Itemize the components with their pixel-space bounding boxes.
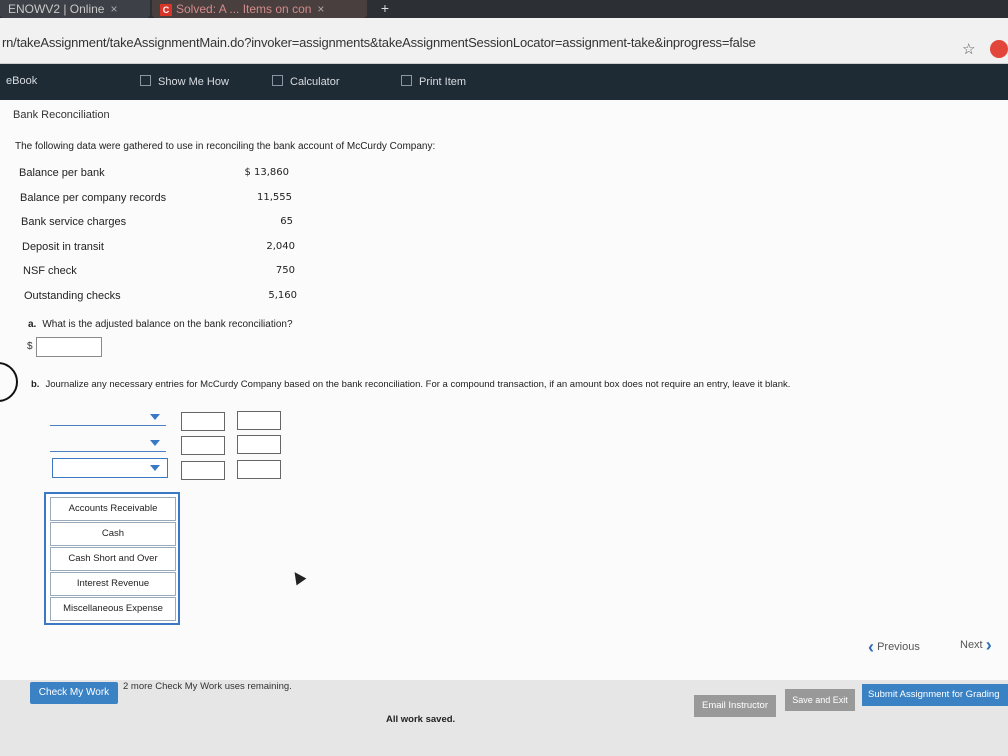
account-select-2[interactable]: [50, 438, 166, 452]
part-b-text: Journalize any necessary entries for McC…: [45, 379, 791, 390]
ebook-label: eBook: [6, 75, 38, 87]
close-tab-icon[interactable]: ×: [317, 2, 324, 16]
row-label: NSF check: [23, 265, 77, 277]
chegg-icon: C: [160, 4, 172, 16]
mouse-cursor-icon: [289, 568, 307, 586]
assignment-toolbar: eBook Show Me How Calculator Print Item: [0, 64, 1008, 100]
row-value: $ 13,860: [244, 167, 289, 178]
row-value: 11,555: [257, 192, 292, 203]
chevron-down-icon: [150, 414, 160, 420]
chevron-down-icon: [150, 440, 160, 446]
dropdown-option[interactable]: Cash Short and Over: [50, 547, 176, 571]
row-label: Outstanding checks: [24, 290, 121, 302]
submit-assignment-button[interactable]: Submit Assignment for Grading: [862, 684, 1008, 706]
print-item-label: Print Item: [419, 76, 467, 88]
account-select-1[interactable]: [50, 412, 166, 426]
dropdown-option[interactable]: Accounts Receivable: [50, 497, 176, 521]
close-tab-icon[interactable]: ×: [110, 2, 117, 16]
previous-label: Previous: [877, 641, 920, 653]
check-work-remaining: 2 more Check My Work uses remaining.: [123, 681, 292, 692]
currency-symbol: $: [27, 341, 33, 352]
email-instructor-button[interactable]: Email Instructor: [694, 695, 776, 717]
pen-circle-mark: [0, 362, 18, 402]
problem-content: Bank Reconciliation The following data w…: [0, 100, 1008, 680]
ebook-button[interactable]: eBook: [6, 75, 37, 87]
problem-intro: The following data were gathered to use …: [15, 141, 436, 152]
check-my-work-button[interactable]: Check My Work: [30, 682, 118, 704]
dropdown-option[interactable]: Cash: [50, 522, 176, 546]
chevron-down-icon: [150, 465, 160, 471]
adjusted-balance-input[interactable]: [36, 337, 102, 357]
debit-amount-input[interactable]: [181, 436, 225, 455]
account-dropdown-list: Accounts Receivable Cash Cash Short and …: [44, 492, 180, 625]
row-label: Balance per bank: [19, 167, 105, 179]
show-me-how-button[interactable]: Show Me How: [140, 75, 229, 88]
row-value: 65: [280, 216, 293, 227]
debit-amount-input[interactable]: [181, 412, 225, 431]
row-value: 2,040: [266, 241, 295, 252]
problem-title: Bank Reconciliation: [13, 109, 110, 121]
part-b-question: b. Journalize any necessary entries for M…: [31, 379, 790, 390]
part-b-letter: b.: [31, 379, 40, 390]
tab-title: Solved: A ... Items on con: [176, 2, 312, 16]
part-a-letter: a.: [28, 319, 37, 330]
chevron-right-icon: ›: [985, 635, 992, 655]
row-label: Bank service charges: [21, 216, 127, 228]
row-label: Balance per company records: [20, 192, 167, 204]
url-field[interactable]: rn/takeAssignment/takeAssignmentMain.do?…: [2, 35, 756, 50]
calculator-icon: [272, 75, 283, 86]
print-item-button[interactable]: Print Item: [401, 75, 466, 88]
debit-amount-input[interactable]: [181, 461, 225, 480]
browser-tab-enow[interactable]: ENOWV2 | Online ×: [0, 0, 150, 18]
credit-amount-input[interactable]: [237, 460, 281, 479]
previous-button[interactable]: ‹ Previous: [868, 637, 920, 658]
part-a-question: a. What is the adjusted balance on the ba…: [28, 319, 293, 330]
dropdown-option[interactable]: Miscellaneous Expense: [50, 597, 176, 621]
new-tab-button[interactable]: +: [372, 0, 398, 18]
assignment-footer: Check My Work 2 more Check My Work uses …: [0, 680, 1008, 756]
calculator-label: Calculator: [290, 76, 340, 88]
dropdown-option[interactable]: Interest Revenue: [50, 572, 176, 596]
account-select-3[interactable]: [52, 458, 168, 478]
credit-amount-input[interactable]: [237, 411, 281, 430]
save-status: All work saved.: [386, 714, 456, 725]
row-value: 5,160: [268, 290, 297, 301]
bookmark-star-icon[interactable]: ☆: [962, 40, 975, 58]
chevron-left-icon: ‹: [868, 637, 874, 657]
print-icon: [401, 75, 412, 86]
calculator-button[interactable]: Calculator: [272, 75, 340, 88]
part-a-text: What is the adjusted balance on the bank…: [42, 319, 293, 330]
show-me-how-label: Show Me How: [158, 76, 229, 88]
credit-amount-input[interactable]: [237, 435, 281, 454]
next-button[interactable]: Next ›: [960, 635, 992, 656]
video-icon: [140, 75, 151, 86]
row-value: 750: [275, 265, 295, 276]
profile-avatar-icon[interactable]: [990, 40, 1008, 58]
row-label: Deposit in transit: [22, 241, 104, 253]
address-bar: rn/takeAssignment/takeAssignmentMain.do?…: [0, 18, 1008, 64]
tab-title: ENOWV2 | Online: [8, 2, 105, 16]
save-and-exit-button[interactable]: Save and Exit: [785, 689, 855, 711]
next-label: Next: [960, 639, 983, 651]
browser-tab-strip: ENOWV2 | Online × C Solved: A ... Items on…: [0, 0, 1008, 18]
browser-tab-solved[interactable]: C Solved: A ... Items on con ×: [152, 0, 367, 18]
